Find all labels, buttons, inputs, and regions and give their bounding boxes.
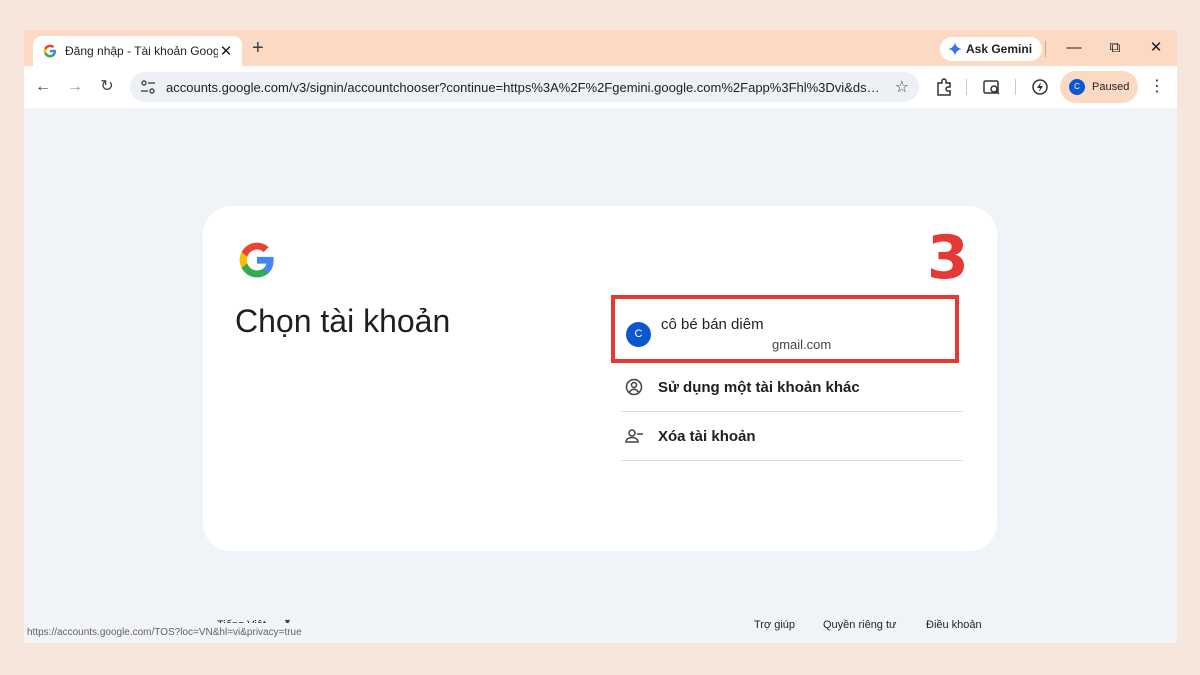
step-marker: 3 xyxy=(927,223,969,293)
new-tab-button[interactable]: + xyxy=(252,37,264,60)
tab-google-signin[interactable]: Đăng nhập - Tài khoản Google ✕ xyxy=(33,36,242,66)
menu-icon[interactable]: ⋮ xyxy=(1147,76,1167,98)
person-remove-icon xyxy=(625,429,643,443)
tab-strip: Đăng nhập - Tài khoản Google ✕ + Ask Gem… xyxy=(24,30,1177,66)
avatar: C xyxy=(626,322,651,347)
account-name: cô bé bán diêm xyxy=(661,316,764,333)
account-chooser-card: Chọn tài khoản 3 C cô bé bán diêm gmail.… xyxy=(203,206,997,551)
option-label: Xóa tài khoản xyxy=(658,427,756,445)
back-button[interactable]: ← xyxy=(32,76,54,98)
bookmark-star-icon[interactable]: ☆ xyxy=(895,77,909,97)
address-bar[interactable]: accounts.google.com/v3/signin/accountcho… xyxy=(130,72,919,102)
option-label: Sử dụng một tài khoản khác xyxy=(658,378,860,396)
reading-mode-search-icon[interactable] xyxy=(982,77,1002,97)
account-circle-icon xyxy=(625,378,643,396)
google-favicon-icon xyxy=(43,44,57,58)
page-content: Chọn tài khoản 3 C cô bé bán diêm gmail.… xyxy=(24,108,1177,643)
site-settings-icon[interactable] xyxy=(140,79,156,95)
divider xyxy=(1045,41,1046,57)
use-another-account-option[interactable]: Sử dụng một tài khoản khác xyxy=(621,363,963,412)
account-option[interactable]: C cô bé bán diêm gmail.com xyxy=(611,295,959,363)
profile-button[interactable]: C Paused xyxy=(1060,71,1138,103)
privacy-link[interactable]: Quyền riêng tư xyxy=(823,619,896,631)
close-window-button[interactable]: ✕ xyxy=(1144,37,1168,59)
gemini-sparkle-icon xyxy=(948,42,962,56)
url-text[interactable]: accounts.google.com/v3/signin/accountcho… xyxy=(166,80,885,95)
status-bar: https://accounts.google.com/TOS?loc=VN&h… xyxy=(24,623,309,643)
terms-link[interactable]: Điều khoản xyxy=(926,619,982,631)
ask-gemini-button[interactable]: Ask Gemini xyxy=(940,37,1043,61)
reload-button[interactable]: ↻ xyxy=(96,76,118,98)
tab-title: Đăng nhập - Tài khoản Google xyxy=(65,44,218,58)
minimize-button[interactable]: — xyxy=(1062,37,1086,59)
google-logo-icon xyxy=(239,242,274,278)
restore-button[interactable]: ⧉ xyxy=(1103,37,1127,59)
avatar: C xyxy=(1069,79,1085,95)
tab-close-icon[interactable]: ✕ xyxy=(218,42,234,60)
divider xyxy=(1015,79,1016,95)
help-link[interactable]: Trợ giúp xyxy=(754,619,795,631)
ask-gemini-label: Ask Gemini xyxy=(966,42,1033,56)
browser-window: Đăng nhập - Tài khoản Google ✕ + Ask Gem… xyxy=(24,30,1177,643)
extensions-icon[interactable] xyxy=(934,77,954,97)
performance-icon[interactable] xyxy=(1030,77,1050,97)
divider xyxy=(966,79,967,95)
page-title: Chọn tài khoản xyxy=(235,303,451,339)
forward-button[interactable]: → xyxy=(64,76,86,98)
account-email: gmail.com xyxy=(772,337,832,352)
browser-toolbar: ← → ↻ accounts.google.com/v3/signin/acco… xyxy=(24,66,1177,108)
remove-account-option[interactable]: Xóa tài khoản xyxy=(621,412,963,461)
profile-status: Paused xyxy=(1092,81,1130,93)
